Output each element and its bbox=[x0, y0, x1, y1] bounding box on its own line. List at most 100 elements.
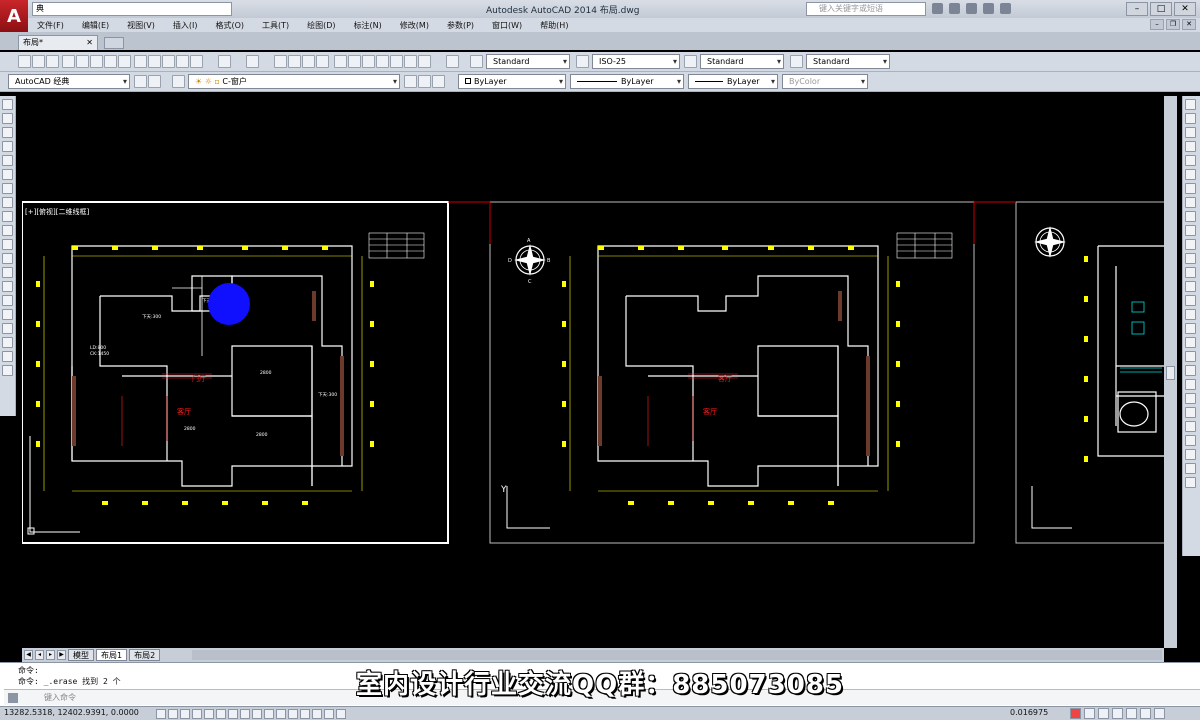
mleader-style-icon[interactable] bbox=[790, 55, 803, 68]
point-icon[interactable] bbox=[2, 281, 13, 292]
text-style-icon[interactable] bbox=[470, 55, 483, 68]
paper-space-icon[interactable] bbox=[336, 709, 346, 719]
offset-icon[interactable] bbox=[1185, 141, 1196, 152]
close-tab-icon[interactable]: ✕ bbox=[86, 36, 93, 49]
workspace-settings-icon[interactable] bbox=[134, 75, 147, 88]
pan-icon[interactable] bbox=[274, 55, 287, 68]
dimension-jogged-icon[interactable] bbox=[1185, 435, 1196, 446]
mirror-icon[interactable] bbox=[1185, 127, 1196, 138]
vertical-scroll-thumb[interactable] bbox=[1166, 366, 1175, 380]
table-icon[interactable] bbox=[2, 337, 13, 348]
new-icon[interactable] bbox=[18, 55, 31, 68]
copy-icon[interactable] bbox=[148, 55, 161, 68]
prev-layout-icon[interactable]: ◂ bbox=[35, 650, 44, 660]
fillet-icon[interactable] bbox=[1185, 309, 1196, 320]
polar-icon[interactable] bbox=[204, 709, 214, 719]
zoom-window-icon[interactable] bbox=[302, 55, 315, 68]
hatch-icon[interactable] bbox=[2, 295, 13, 306]
menu-draw[interactable]: 绘图(D) bbox=[298, 20, 344, 31]
floor-plan-3[interactable] bbox=[1097, 245, 1164, 457]
preview-icon[interactable] bbox=[76, 55, 89, 68]
array-icon[interactable] bbox=[1185, 155, 1196, 166]
table-style-icon[interactable] bbox=[684, 55, 697, 68]
hardware-accel-icon[interactable] bbox=[1126, 708, 1137, 719]
dimension-arc-icon[interactable] bbox=[1185, 393, 1196, 404]
dimension-aligned-icon[interactable] bbox=[1185, 379, 1196, 390]
transparency-icon[interactable] bbox=[288, 709, 298, 719]
extend-icon[interactable] bbox=[1185, 239, 1196, 250]
mleader-style-select[interactable]: Standard bbox=[806, 54, 890, 69]
quickcalc-icon[interactable] bbox=[404, 55, 417, 68]
doc-close-button[interactable]: ✕ bbox=[1182, 19, 1196, 30]
revision-cloud-icon[interactable] bbox=[2, 197, 13, 208]
first-layout-icon[interactable]: ◀ bbox=[24, 650, 33, 660]
text-style-select[interactable]: Standard bbox=[486, 54, 570, 69]
viewport-1[interactable] bbox=[21, 201, 449, 544]
break-point-icon[interactable] bbox=[1185, 253, 1196, 264]
menu-dimension[interactable]: 标注(N) bbox=[345, 20, 391, 31]
tab-model[interactable]: 模型 bbox=[68, 649, 94, 661]
grid-icon[interactable] bbox=[180, 709, 190, 719]
add-selected-icon[interactable] bbox=[2, 365, 13, 376]
zoom-previous-icon[interactable] bbox=[316, 55, 329, 68]
floor-plan-1[interactable] bbox=[71, 245, 353, 487]
ime-icon[interactable] bbox=[1070, 708, 1081, 719]
chamfer-icon[interactable] bbox=[1185, 295, 1196, 306]
otrack-icon[interactable] bbox=[240, 709, 250, 719]
snap-icon[interactable] bbox=[168, 709, 178, 719]
lineweight-select[interactable]: ByLayer bbox=[688, 74, 778, 89]
ellipse-icon[interactable] bbox=[2, 225, 13, 236]
drawing-canvas[interactable]: [+][俯视][二维线框] 门厅 客厅 下天:300 下天:300 LD:800… bbox=[21, 96, 1177, 648]
scale-icon[interactable] bbox=[1185, 197, 1196, 208]
infer-constraints-icon[interactable] bbox=[156, 709, 166, 719]
last-layout-icon[interactable]: ▶ bbox=[57, 650, 66, 660]
move-icon[interactable] bbox=[1185, 169, 1196, 180]
quick-access-combo[interactable]: 典 bbox=[32, 2, 232, 16]
viewport-scale[interactable]: 0.016975 bbox=[1010, 708, 1048, 717]
copy-object-icon[interactable] bbox=[1185, 113, 1196, 124]
properties-icon[interactable] bbox=[334, 55, 347, 68]
layer-previous-icon[interactable] bbox=[418, 75, 431, 88]
redo-icon[interactable] bbox=[246, 55, 259, 68]
blend-icon[interactable] bbox=[1185, 323, 1196, 334]
polyline-icon[interactable] bbox=[2, 127, 13, 138]
construction-line-icon[interactable] bbox=[2, 113, 13, 124]
ellipse-arc-icon[interactable] bbox=[2, 239, 13, 250]
doc-minimize-button[interactable]: – bbox=[1150, 19, 1164, 30]
design-center-icon[interactable] bbox=[348, 55, 361, 68]
viewport-3[interactable] bbox=[1015, 201, 1177, 544]
search-icon[interactable] bbox=[932, 3, 943, 14]
layer-states-icon[interactable] bbox=[432, 75, 445, 88]
gradient-icon[interactable] bbox=[2, 309, 13, 320]
horizontal-scrollbar[interactable] bbox=[192, 650, 1162, 660]
maximize-button[interactable]: □ bbox=[1150, 2, 1172, 16]
markup-icon[interactable] bbox=[390, 55, 403, 68]
dimension-diameter-icon[interactable] bbox=[1185, 449, 1196, 460]
match-prop-icon[interactable] bbox=[176, 55, 189, 68]
exchange-icon[interactable] bbox=[966, 3, 977, 14]
new-tab-button[interactable] bbox=[104, 37, 124, 49]
osnap-icon[interactable] bbox=[216, 709, 226, 719]
dimension-angular-icon[interactable] bbox=[1185, 463, 1196, 474]
workspace-switch-icon[interactable] bbox=[1098, 708, 1109, 719]
layer-manager-icon[interactable] bbox=[172, 75, 185, 88]
menu-edit[interactable]: 编辑(E) bbox=[73, 20, 118, 31]
tab-layout2[interactable]: 布局2 bbox=[129, 649, 161, 661]
zoom-realtime-icon[interactable] bbox=[288, 55, 301, 68]
block-editor-icon[interactable] bbox=[190, 55, 203, 68]
dyn-icon[interactable] bbox=[264, 709, 274, 719]
plot-icon[interactable] bbox=[118, 55, 131, 68]
annotation-monitor-icon[interactable] bbox=[324, 709, 334, 719]
menu-insert[interactable]: 插入(I) bbox=[164, 20, 207, 31]
star-icon[interactable] bbox=[983, 3, 994, 14]
floor-plan-2[interactable] bbox=[597, 245, 879, 487]
3d-print-icon[interactable] bbox=[104, 55, 117, 68]
menu-window[interactable]: 窗口(W) bbox=[483, 20, 531, 31]
dim-style-select[interactable]: ISO-25 bbox=[592, 54, 680, 69]
rectangle-icon[interactable] bbox=[2, 155, 13, 166]
doc-restore-button[interactable]: ❐ bbox=[1166, 19, 1180, 30]
quick-props-icon[interactable] bbox=[300, 709, 310, 719]
stretch-icon[interactable] bbox=[1185, 211, 1196, 222]
color-select[interactable]: ByLayer bbox=[458, 74, 566, 89]
polygon-icon[interactable] bbox=[2, 141, 13, 152]
